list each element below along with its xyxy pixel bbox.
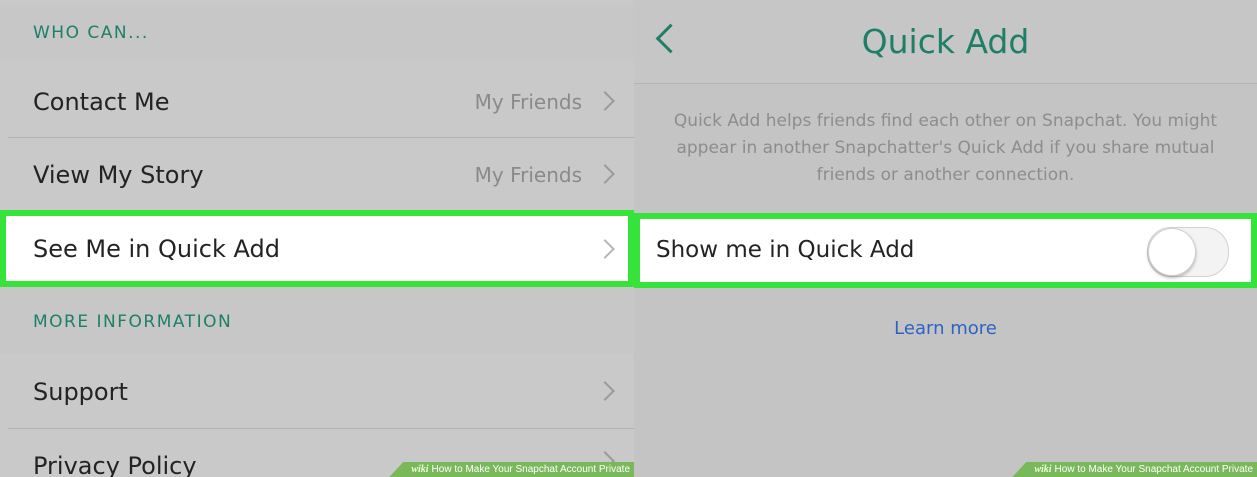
- watermark-text: How to Make Your Snapchat Account Privat…: [1054, 464, 1253, 475]
- wikihow-logo: wiki: [411, 464, 429, 475]
- show-in-quick-add-row: Show me in Quick Add: [634, 213, 1257, 288]
- row-label: View My Story: [33, 161, 204, 189]
- row-label: Contact Me: [33, 88, 170, 116]
- settings-row-see-me-in-quick-add[interactable]: See Me in Quick Add: [0, 210, 634, 287]
- section-header-label: MORE INFORMATION: [33, 312, 233, 332]
- section-header-more-information: MORE INFORMATION: [0, 287, 634, 354]
- watermark-banner: wiki How to Make Your Snapchat Account Pr…: [389, 462, 634, 477]
- chevron-right-icon: [595, 381, 615, 401]
- learn-more-link[interactable]: Learn more: [634, 318, 1257, 339]
- navigation-bar: Quick Add: [634, 0, 1257, 84]
- privacy-settings-panel: WHO CAN... Contact Me My Friends View My…: [0, 0, 634, 477]
- watermark-banner: wiki How to Make Your Snapchat Account Pr…: [1012, 462, 1257, 477]
- show-in-quick-add-toggle[interactable]: [1147, 227, 1229, 277]
- settings-row-view-my-story[interactable]: View My Story My Friends: [0, 138, 634, 210]
- wikihow-logo: wiki: [1034, 464, 1052, 475]
- quick-add-description: Quick Add helps friends find each other …: [673, 111, 1218, 185]
- page-title: Quick Add: [861, 22, 1030, 61]
- chevron-right-icon: [595, 239, 615, 259]
- row-label: Privacy Policy: [33, 452, 197, 477]
- chevron-right-icon: [595, 91, 615, 111]
- section-header-who-can: WHO CAN...: [0, 5, 634, 60]
- row-label: See Me in Quick Add: [33, 235, 280, 263]
- watermark-text: How to Make Your Snapchat Account Privat…: [431, 464, 630, 475]
- settings-row-contact-me[interactable]: Contact Me My Friends: [0, 63, 634, 137]
- row-label: Support: [33, 378, 128, 406]
- settings-row-support[interactable]: Support: [0, 354, 634, 428]
- toggle-label: Show me in Quick Add: [656, 237, 915, 263]
- quick-add-panel: Quick Add Quick Add helps friends find e…: [634, 0, 1257, 477]
- section-header-label: WHO CAN...: [33, 23, 149, 43]
- row-value: My Friends: [474, 90, 582, 114]
- row-value: My Friends: [474, 163, 582, 187]
- toggle-knob: [1148, 228, 1196, 276]
- chevron-right-icon: [595, 164, 615, 184]
